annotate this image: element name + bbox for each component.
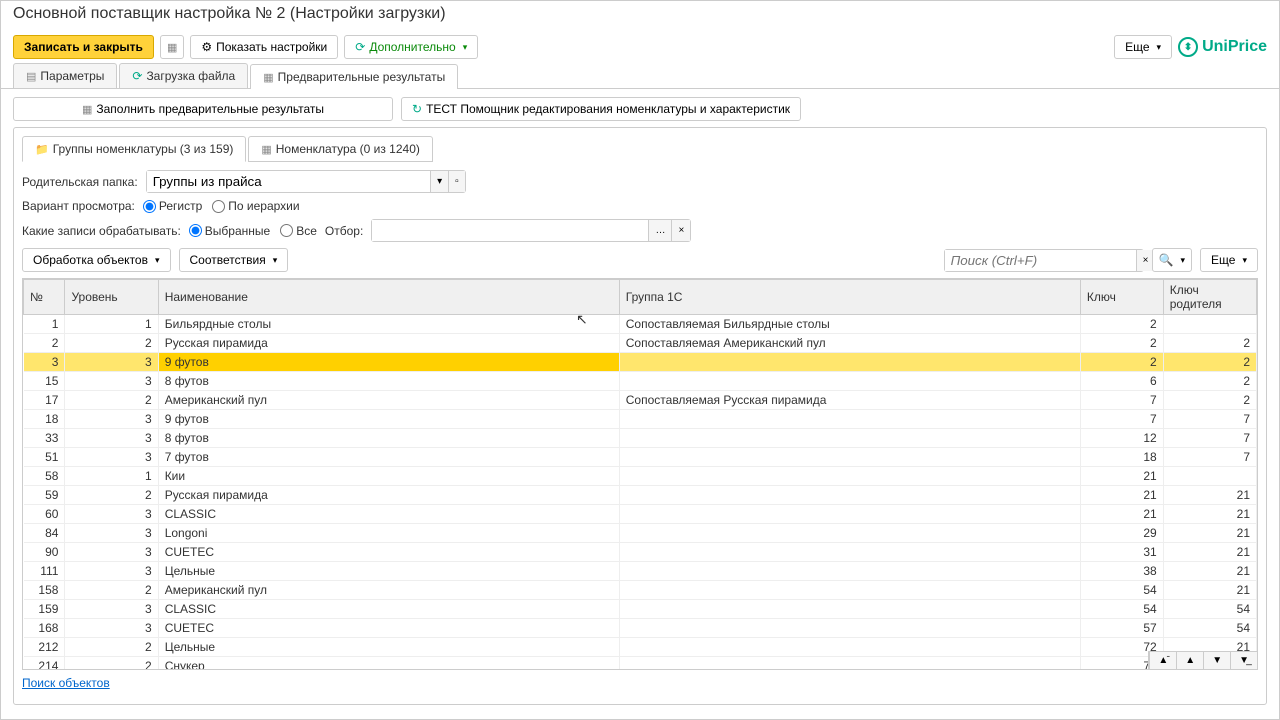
parent-folder-dropdown[interactable]: ▾ [430,171,448,192]
search-button[interactable]: 🔍 [1152,248,1192,272]
table-more-button[interactable]: Еще [1200,248,1258,272]
table-row[interactable]: 903CUETEC3121 [24,543,1257,562]
scroll-down-button[interactable]: ▼ [1203,652,1230,669]
parent-folder-input[interactable] [147,171,430,192]
table-row[interactable]: 603CLASSIC2121 [24,505,1257,524]
table-row[interactable]: 1113Цельные3821 [24,562,1257,581]
test-helper-label: ТЕСТ Помощник редактирования номенклатур… [426,102,790,116]
table-row[interactable]: 1683CUETEC5754 [24,619,1257,638]
subtab-groups[interactable]: Группы номенклатуры (3 из 159) [22,136,246,162]
data-table[interactable]: № Уровень Наименование Группа 1С Ключ Кл… [23,279,1257,670]
col-group[interactable]: Группа 1С [619,280,1080,315]
table-row[interactable]: 172Американский пулСопоставляемая Русска… [24,391,1257,410]
view-variant-label: Вариант просмотра: [22,199,135,213]
logo-icon: ⬍ [1178,37,1198,57]
fill-preview-button[interactable]: Заполнить предварительные результаты [13,97,393,121]
tab-preview-label: Предварительные результаты [278,70,446,84]
scroll-up-button[interactable]: ▲ [1176,652,1203,669]
gear-icon [201,40,212,54]
upload-icon [132,69,142,83]
radio-register-label: Регистр [159,199,202,213]
filter-input[interactable] [372,220,648,241]
correspondence-button[interactable]: Соответствия [179,248,289,272]
table-row[interactable]: 843Longoni2921 [24,524,1257,543]
table-row[interactable]: 2122Цельные7221 [24,638,1257,657]
save-icon [167,40,177,54]
tab-params[interactable]: Параметры [13,63,117,88]
tab-load-file[interactable]: Загрузка файла [119,63,248,88]
col-num[interactable]: № [24,280,65,315]
col-key[interactable]: Ключ [1080,280,1163,315]
more-label: Дополнительно [369,40,455,54]
logo-text: UniPrice [1202,38,1267,56]
preview-icon [263,70,273,84]
table-row[interactable]: 2142Снукер7321 [24,657,1257,671]
test-helper-button[interactable]: ТЕСТ Помощник редактирования номенклатур… [401,97,801,121]
radio-hierarchy-label: По иерархии [228,199,299,213]
tab-params-label: Параметры [40,69,104,83]
table-row[interactable]: 11Бильярдные столыСопоставляемая Бильярд… [24,315,1257,334]
table-row[interactable]: 5137 футов187 [24,448,1257,467]
radio-selected[interactable]: Выбранные [189,224,270,238]
more-button[interactable]: Дополнительно [344,35,478,59]
filter-more-button[interactable]: … [648,220,671,241]
radio-selected-label: Выбранные [205,224,270,238]
search-objects-link[interactable]: Поиск объектов [22,670,110,696]
tab-load-file-label: Загрузка файла [146,69,235,83]
radio-register[interactable]: Регистр [143,199,202,213]
subtab-groups-label: Группы номенклатуры (3 из 159) [53,142,234,156]
params-icon [26,69,36,83]
table-row[interactable]: 3338 футов127 [24,429,1257,448]
col-level[interactable]: Уровень [65,280,158,315]
page-title: Основной поставщик настройка № 2 (Настро… [1,1,1279,31]
records-label: Какие записи обрабатывать: [22,224,181,238]
table-row[interactable]: 581Кии21 [24,467,1257,486]
radio-hierarchy[interactable]: По иерархии [212,199,299,213]
parent-folder-open[interactable]: ▫ [448,171,465,192]
search-input[interactable] [945,250,1136,271]
fill-preview-label: Заполнить предварительные результаты [96,102,324,116]
table-row[interactable]: 1839 футов77 [24,410,1257,429]
table-row[interactable]: 22Русская пирамидаСопоставляемая Америка… [24,334,1257,353]
table-row[interactable]: 1593CLASSIC5454 [24,600,1257,619]
process-objects-button[interactable]: Обработка объектов [22,248,171,272]
tab-preview[interactable]: Предварительные результаты [250,64,458,89]
refresh-icon [412,102,422,116]
table-row[interactable]: 1538 футов62 [24,372,1257,391]
table-row[interactable]: 1582Американский пул5421 [24,581,1257,600]
radio-all[interactable]: Все [280,224,317,238]
save-close-button[interactable]: Записать и закрыть [13,35,154,59]
col-name[interactable]: Наименование [158,280,619,315]
table-row[interactable]: 592Русская пирамида2121 [24,486,1257,505]
parent-folder-label: Родительская папка: [22,175,138,189]
show-settings-label: Показать настройки [216,40,327,54]
col-pkey[interactable]: Ключ родителя [1163,280,1256,315]
nomenclature-icon [261,142,271,156]
scroll-top-button[interactable]: ▲̄ [1149,652,1176,669]
fill-icon [82,102,92,116]
save-button[interactable] [160,35,184,59]
show-settings-button[interactable]: Показать настройки [190,35,338,59]
scroll-bottom-button[interactable]: ▼̲ [1230,652,1257,669]
more-right-button[interactable]: Еще [1114,35,1172,59]
filter-clear-button[interactable]: × [671,220,690,241]
subtab-nomenclature-label: Номенклатура (0 из 1240) [276,142,420,156]
filter-label: Отбор: [325,224,363,238]
subtab-nomenclature[interactable]: Номенклатура (0 из 1240) [248,136,433,162]
folder-icon [35,142,49,156]
radio-all-label: Все [296,224,317,238]
table-row[interactable]: 339 футов22 [24,353,1257,372]
logo: ⬍UniPrice [1178,37,1267,57]
more-icon [355,40,365,54]
